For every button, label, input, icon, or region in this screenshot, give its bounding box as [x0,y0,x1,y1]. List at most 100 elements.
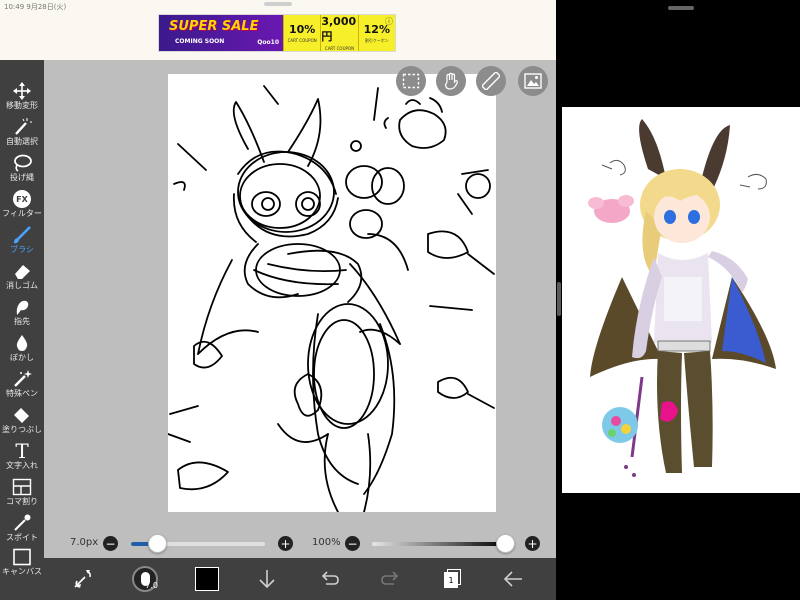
multitasking-handle[interactable] [668,6,694,10]
ad-banner[interactable]: SUPER SALE COMING SOON Qoo10 10% CART CO… [158,14,396,52]
tool-frame-divider[interactable]: コマ割り [0,478,44,512]
tool-fill[interactable]: 塗りつぶし [0,406,44,440]
split-divider-handle[interactable] [557,282,561,316]
brush-size-thumb[interactable] [147,534,167,553]
tool-label: コマ割り [6,497,38,506]
tool-label: 消しゴム [6,281,38,290]
coupon-value: 3,000円 [321,15,357,43]
canvas-area[interactable] [44,60,556,530]
brush-size-plus-button[interactable]: + [278,536,293,551]
lasso-icon [12,154,32,172]
tool-label: 投げ縄 [10,173,34,182]
layer-count: 1 [444,572,458,588]
opacity-thumb[interactable] [496,534,515,553]
eraser-icon [12,262,32,280]
bottom-toolbar: 7.0 1 [44,558,556,600]
reference-illustration[interactable] [562,107,800,493]
tool-label: ぼかし [10,353,34,362]
back-button[interactable] [500,566,526,592]
coupon-label: CART COUPON [324,46,355,51]
color-picker-button[interactable] [194,566,220,592]
opacity-plus-button[interactable]: + [525,536,540,551]
text-icon: T [12,439,32,463]
brush-slider-row: 7.0px − + 100% − + [44,530,556,558]
tool-eraser[interactable]: 消しゴム [0,262,44,296]
tool-label: スポイト [6,533,38,542]
brush-size-preview-button[interactable]: 7.0 [132,566,158,592]
special-pen-icon [12,370,32,388]
swap-tools-button[interactable] [70,566,96,592]
tool-auto-select[interactable]: 自動選択 [0,118,44,152]
brush-size-label: 7.0px [70,537,99,548]
coupon-value: 10% [288,23,316,36]
image-icon [524,73,542,89]
coupon-label: 割引クーポン [364,37,389,43]
tool-special-pen[interactable]: 特殊ペン [0,370,44,404]
eyedropper-icon [12,514,32,532]
ad-coupon[interactable]: 3,000円 CART COUPON [320,15,358,51]
undo-icon [321,571,339,585]
hand-icon [444,72,458,90]
magic-wand-icon [12,118,32,136]
smudge-icon [12,298,32,316]
opacity-slider[interactable] [372,542,506,546]
text-icon-glyph: T [15,439,29,463]
tool-brush[interactable]: ブラシ [0,226,44,260]
ad-title: SUPER SALE [169,19,259,34]
tool-label: 特殊ペン [6,389,38,398]
status-bar: 10:49 9月28日(火) SUPER SALE COMING SOON Qo… [0,0,556,60]
drawing-canvas[interactable] [167,74,496,513]
tool-move[interactable]: 移動変形 [0,82,44,116]
opacity-minus-button[interactable]: − [345,536,360,551]
hand-button[interactable] [436,66,466,96]
reference-pane [562,0,800,600]
tool-label: フィルター [2,209,42,218]
color-swatch-icon [195,567,219,591]
ad-brand: Qoo10 [257,39,279,46]
split-view: 10:49 9月28日(火) SUPER SALE COMING SOON Qo… [0,0,800,600]
redo-button[interactable] [378,566,404,592]
tool-blur[interactable]: ぼかし [0,334,44,368]
tool-label: 指先 [14,317,30,326]
multitasking-handle[interactable] [264,2,292,6]
tool-canvas[interactable]: キャンバス [0,548,44,582]
tool-smudge[interactable]: 指先 [0,298,44,332]
redo-icon [381,571,399,585]
info-icon[interactable]: ⓘ [385,16,393,27]
swap-tools-icon [74,570,91,588]
ruler-button[interactable] [476,66,506,96]
tool-text[interactable]: T 文字入れ [0,439,44,476]
brush-icon [12,226,32,244]
blur-icon [12,334,32,352]
ruler-icon [482,72,500,90]
tool-lasso[interactable]: 投げ縄 [0,154,44,188]
opacity-label: 100% [312,537,341,548]
layers-button[interactable]: 1 [440,566,466,592]
ad-sale-panel[interactable]: SUPER SALE COMING SOON Qoo10 [159,15,283,51]
tool-label: ブラシ [10,245,34,254]
tool-label: 移動変形 [6,101,38,110]
brush-size-badge: 7.0 [145,581,158,590]
tool-eyedropper[interactable]: スポイト [0,514,44,548]
download-icon [259,570,275,589]
move-icon [12,82,32,100]
fx-icon: FX [12,190,32,208]
reference-character-art [588,119,776,477]
sketch-drawing [167,83,495,513]
undo-button[interactable] [316,566,342,592]
fx-icon-text: FX [13,190,31,208]
reference-image-button[interactable] [518,66,548,96]
back-icon [503,571,522,587]
tool-filter[interactable]: FX フィルター [0,190,44,224]
selection-button[interactable] [396,66,426,96]
tool-sidebar: 移動変形 自動選択 投げ縄 FX フィルター ブラシ 消しゴム 指先 ぼかし 特… [0,60,44,600]
brush-size-minus-button[interactable]: − [103,536,118,551]
download-button[interactable] [254,566,280,592]
ad-coupon[interactable]: 10% CART COUPON [283,15,321,51]
canvas-icon [12,548,32,566]
status-time: 10:49 9月28日(火) [4,3,67,11]
ad-coupon[interactable]: 12% 割引クーポン ⓘ [357,15,395,51]
selection-icon [402,73,420,89]
layers-icon: 1 [443,569,463,589]
ibispaint-pane: 10:49 9月28日(火) SUPER SALE COMING SOON Qo… [0,0,556,600]
